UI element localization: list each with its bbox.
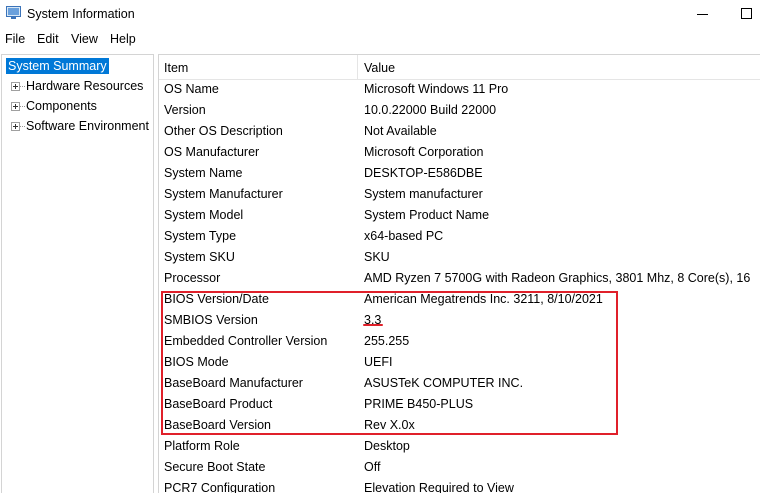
- tree-item-components[interactable]: Components: [2, 97, 152, 115]
- tree-connector: [20, 126, 25, 127]
- row-item: Other OS Description: [164, 124, 283, 138]
- column-header-value[interactable]: Value: [364, 61, 395, 75]
- system-info-icon: [6, 6, 21, 19]
- row-item: PCR7 Configuration: [164, 481, 276, 493]
- table-row[interactable]: OS Name Microsoft Windows 11 Pro: [159, 80, 760, 101]
- row-item: BaseBoard Version: [164, 418, 272, 432]
- row-value: AMD Ryzen 7 5700G with Radeon Graphics, …: [364, 271, 751, 285]
- row-value: Microsoft Corporation: [364, 145, 484, 159]
- row-item: BIOS Version/Date: [164, 292, 269, 306]
- row-value: ASUSTeK COMPUTER INC.: [364, 376, 524, 390]
- table-row[interactable]: System Type x64-based PC: [159, 227, 760, 248]
- row-value: UEFI: [364, 355, 393, 369]
- table-row[interactable]: BIOS Mode UEFI: [159, 353, 760, 374]
- category-tree[interactable]: System Summary Hardware Resources Compon…: [1, 54, 154, 493]
- minimize-button[interactable]: [688, 3, 718, 25]
- row-item: BIOS Mode: [164, 355, 229, 369]
- row-item: Secure Boot State: [164, 460, 266, 474]
- row-item: System SKU: [164, 250, 235, 264]
- table-row[interactable]: BaseBoard Manufacturer ASUSTeK COMPUTER I…: [159, 374, 760, 395]
- row-value: 255.255: [364, 334, 410, 348]
- row-value: Desktop: [364, 439, 410, 453]
- row-item: Embedded Controller Version: [164, 334, 328, 348]
- table-row[interactable]: BaseBoard Product PRIME B450-PLUS: [159, 395, 760, 416]
- row-item: BaseBoard Product: [164, 397, 273, 411]
- maximize-button[interactable]: [732, 3, 760, 25]
- tree-item-label: Hardware Resources: [26, 79, 144, 93]
- row-value: System manufacturer: [364, 187, 483, 201]
- row-value: American Megatrends Inc. 3211, 8/10/2021: [364, 292, 603, 306]
- table-row[interactable]: Version 10.0.22000 Build 22000: [159, 101, 760, 122]
- row-item: BaseBoard Manufacturer: [164, 376, 303, 390]
- table-row[interactable]: BIOS Version/Date American Megatrends Inc…: [159, 290, 760, 311]
- row-value: x64-based PC: [364, 229, 444, 243]
- table-row[interactable]: Embedded Controller Version 255.255: [159, 332, 760, 353]
- row-item: System Name: [164, 166, 243, 180]
- row-value: Elevation Required to View: [364, 481, 514, 493]
- table-row[interactable]: Platform Role Desktop: [159, 437, 760, 458]
- expand-icon[interactable]: [11, 122, 20, 131]
- tree-item-label: System Summary: [6, 58, 109, 74]
- row-item: System Manufacturer: [164, 187, 283, 201]
- menu-edit[interactable]: Edit: [37, 32, 59, 46]
- table-row[interactable]: System Model System Product Name: [159, 206, 760, 227]
- row-item: SMBIOS Version: [164, 313, 258, 327]
- row-item: Version: [164, 103, 206, 117]
- table-row[interactable]: System Manufacturer System manufacturer: [159, 185, 760, 206]
- menu-help[interactable]: Help: [110, 32, 136, 46]
- tree-connector: [20, 86, 25, 87]
- tree-item-system-summary[interactable]: System Summary: [2, 57, 152, 75]
- list-header: Item Value: [159, 55, 760, 80]
- row-item: OS Manufacturer: [164, 145, 260, 159]
- row-item: System Model: [164, 208, 244, 222]
- row-value: SKU: [364, 250, 390, 264]
- annotation-underline: [363, 324, 383, 326]
- window-title: System Information: [27, 7, 135, 21]
- tree-item-label: Components: [26, 99, 97, 113]
- table-row[interactable]: Secure Boot State Off: [159, 458, 760, 479]
- column-divider[interactable]: [357, 55, 358, 79]
- row-value: DESKTOP-E586DBE: [364, 166, 483, 180]
- row-value: Microsoft Windows 11 Pro: [364, 82, 509, 96]
- row-value: Not Available: [364, 124, 437, 138]
- row-item: Processor: [164, 271, 221, 285]
- expand-icon[interactable]: [11, 82, 20, 91]
- table-row[interactable]: Other OS Description Not Available: [159, 122, 760, 143]
- row-value: PRIME B450-PLUS: [364, 397, 474, 411]
- row-value: 10.0.22000 Build 22000: [364, 103, 497, 117]
- tree-item-label: Software Environment: [26, 119, 149, 133]
- table-row[interactable]: SMBIOS Version 3.3: [159, 311, 760, 332]
- tree-item-hardware-resources[interactable]: Hardware Resources: [2, 77, 152, 95]
- table-row[interactable]: BaseBoard Version Rev X.0x: [159, 416, 760, 437]
- title-bar: System Information: [0, 0, 760, 28]
- row-value: Rev X.0x: [364, 418, 415, 432]
- details-list[interactable]: Item Value OS Name Microsoft Windows 11 P…: [158, 54, 760, 493]
- table-row[interactable]: System Name DESKTOP-E586DBE: [159, 164, 760, 185]
- menu-view[interactable]: View: [71, 32, 98, 46]
- row-value: Off: [364, 460, 381, 474]
- expand-icon[interactable]: [11, 102, 20, 111]
- table-row[interactable]: System SKU SKU: [159, 248, 760, 269]
- row-item: OS Name: [164, 82, 219, 96]
- menu-file[interactable]: File: [5, 32, 25, 46]
- table-row[interactable]: Processor AMD Ryzen 7 5700G with Radeon G…: [159, 269, 760, 290]
- row-value: System Product Name: [364, 208, 490, 222]
- table-row[interactable]: OS Manufacturer Microsoft Corporation: [159, 143, 760, 164]
- menu-bar: File Edit View Help: [0, 29, 760, 49]
- tree-connector: [20, 106, 25, 107]
- table-row[interactable]: PCR7 Configuration Elevation Required to …: [159, 479, 760, 493]
- row-item: Platform Role: [164, 439, 240, 453]
- row-item: System Type: [164, 229, 237, 243]
- tree-item-software-environment[interactable]: Software Environment: [2, 117, 152, 135]
- column-header-item[interactable]: Item: [164, 61, 188, 75]
